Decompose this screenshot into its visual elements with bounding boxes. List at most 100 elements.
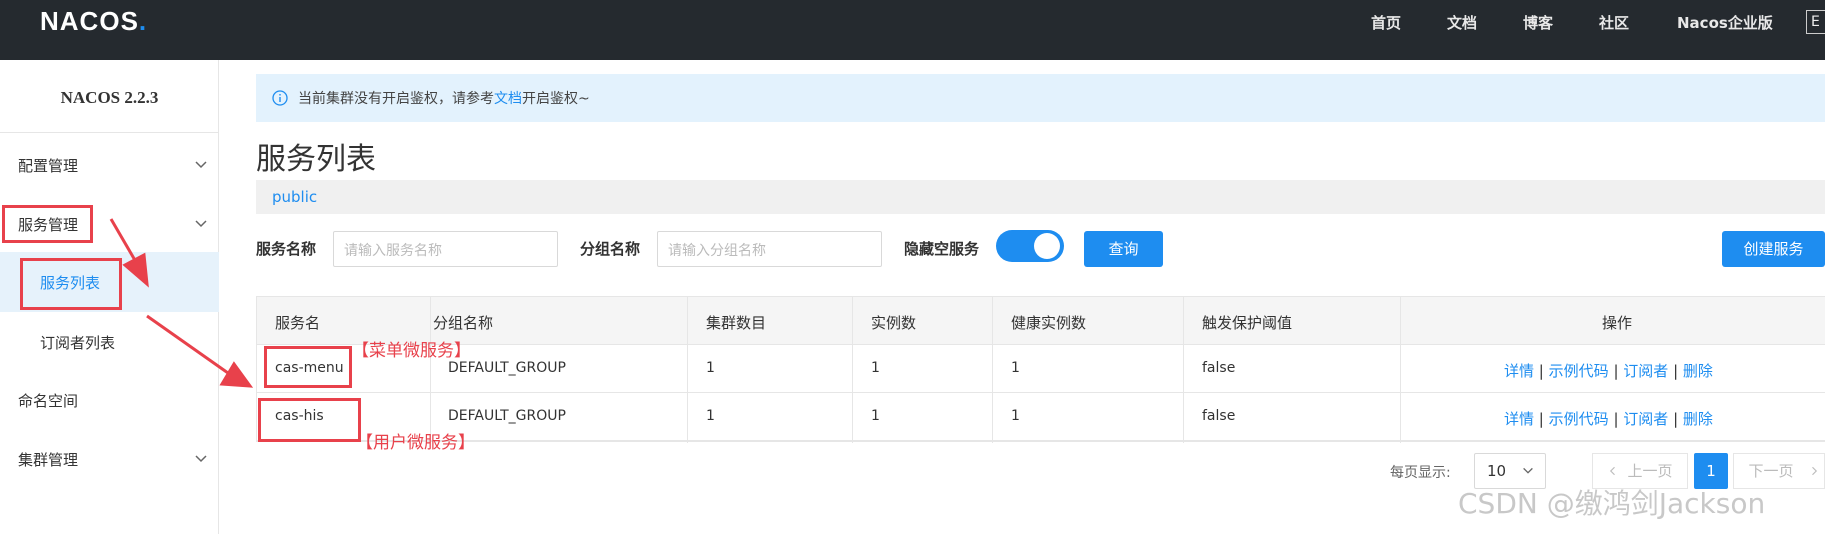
- sidebar-item-label: 配置管理: [18, 157, 79, 175]
- subscriber-link[interactable]: 订阅者: [1623, 410, 1668, 428]
- operations-cell: 详情 | 示例代码 | 订阅者 | 删除: [1504, 408, 1713, 429]
- op-separator: |: [1673, 410, 1679, 428]
- chevron-down-icon[interactable]: [193, 451, 209, 467]
- service-table: 服务名 分组名称 集群数目 实例数 健康实例数 触发保护阈值 操作 cas-me…: [256, 296, 1825, 443]
- sidebar-item-namespace[interactable]: 命名空间: [18, 390, 78, 411]
- notice-docs-link[interactable]: 文档: [494, 91, 522, 107]
- group-cell: DEFAULT_GROUP: [448, 408, 566, 424]
- annotation-menu-service: 【菜单微服务】: [352, 341, 471, 361]
- group-name-label: 分组名称: [580, 240, 641, 258]
- col-cluster-count: 集群数目: [706, 314, 767, 332]
- nacos-logo[interactable]: NACOS.: [40, 6, 147, 37]
- healthy-cell: 1: [1011, 360, 1020, 376]
- group-name-input[interactable]: 请输入分组名称: [657, 231, 882, 267]
- sidebar-item-config-management[interactable]: 配置管理: [18, 155, 78, 176]
- nav-community[interactable]: 社区: [1599, 12, 1629, 33]
- column-divider: [852, 297, 853, 443]
- sidebar-divider: [0, 132, 219, 133]
- hide-empty-label: 隐藏空服务: [904, 240, 980, 258]
- annotation-box-service-management: [2, 205, 93, 243]
- prev-page-label: 上一页: [1627, 462, 1673, 480]
- query-button[interactable]: 查询: [1084, 231, 1163, 267]
- annotation-user-service: 【用户微服务】: [356, 433, 475, 453]
- logo-text: NAC: [40, 6, 100, 36]
- annotation-box-service-list: [20, 258, 122, 310]
- logo-letter-o: O: [99, 6, 121, 36]
- group-name-placeholder: 请输入分组名称: [668, 243, 766, 259]
- instance-cell: 1: [871, 360, 880, 376]
- auth-notice: 当前集群没有开启鉴权，请参考文档开启鉴权~: [256, 74, 1825, 122]
- logo-dot: .: [138, 6, 148, 36]
- col-group-name: 分组名称: [433, 314, 494, 332]
- nav-docs[interactable]: 文档: [1447, 12, 1477, 33]
- sidebar-item-label: 命名空间: [18, 392, 79, 410]
- group-cell: DEFAULT_GROUP: [448, 360, 566, 376]
- sidebar-item-subscriber-list[interactable]: 订阅者列表: [40, 332, 115, 353]
- notice-text-after: 开启鉴权~: [522, 91, 590, 107]
- per-page-value: 10: [1487, 462, 1507, 480]
- nav-blog[interactable]: 博客: [1523, 12, 1553, 33]
- toggle-knob: [1034, 233, 1060, 259]
- cluster-cell: 1: [706, 408, 715, 424]
- annotation-box-cas-his: [258, 398, 361, 442]
- instance-cell: 1: [871, 408, 880, 424]
- subscriber-link[interactable]: 订阅者: [1623, 362, 1668, 380]
- sample-code-link[interactable]: 示例代码: [1549, 410, 1609, 428]
- sidebar-item-label: 集群管理: [18, 451, 79, 469]
- column-divider: [1183, 297, 1184, 443]
- detail-link[interactable]: 详情: [1504, 362, 1534, 380]
- chevron-right-icon: [1812, 466, 1818, 476]
- per-page-label: 每页显示:: [1390, 465, 1451, 481]
- service-name-placeholder: 请输入服务名称: [344, 243, 442, 259]
- nav-enterprise[interactable]: Nacos企业版: [1677, 12, 1773, 33]
- top-navbar: NACOS. 首页 文档 博客 社区 Nacos企业版 E: [0, 0, 1825, 60]
- annotation-box-cas-menu: [264, 346, 352, 388]
- op-separator: |: [1613, 410, 1619, 428]
- info-icon: [272, 90, 288, 106]
- threshold-cell: false: [1202, 408, 1236, 424]
- col-service-name: 服务名: [275, 314, 321, 332]
- page-title: 服务列表: [256, 142, 376, 177]
- notice-text: 当前集群没有开启鉴权，请参考文档开启鉴权~: [298, 88, 590, 108]
- op-separator: |: [1538, 362, 1544, 380]
- column-divider: [992, 297, 993, 443]
- sample-code-link[interactable]: 示例代码: [1549, 362, 1609, 380]
- service-name-label: 服务名称: [256, 240, 317, 258]
- service-name-input[interactable]: 请输入服务名称: [333, 231, 558, 267]
- col-healthy-count: 健康实例数: [1011, 314, 1087, 332]
- col-protect-threshold: 触发保护阈值: [1202, 314, 1293, 332]
- namespace-tab-public[interactable]: public: [272, 188, 317, 206]
- chevron-left-icon: [1609, 466, 1615, 476]
- logo-letter-s: S: [120, 6, 139, 36]
- notice-text-before: 当前集群没有开启鉴权，请参考: [298, 91, 494, 107]
- op-separator: |: [1538, 410, 1544, 428]
- delete-link[interactable]: 删除: [1683, 410, 1713, 428]
- healthy-cell: 1: [1011, 408, 1020, 424]
- nav-home[interactable]: 首页: [1371, 12, 1401, 33]
- csdn-watermark: CSDN @缴鸿剑Jackson: [1458, 487, 1766, 520]
- col-operations: 操作: [1602, 314, 1633, 332]
- language-switch-button[interactable]: E: [1806, 10, 1825, 34]
- table-header: 服务名 分组名称 集群数目 实例数 健康实例数 触发保护阈值 操作: [257, 297, 1825, 345]
- op-separator: |: [1613, 362, 1619, 380]
- next-page-label: 下一页: [1748, 462, 1794, 480]
- create-service-button[interactable]: 创建服务: [1722, 231, 1825, 267]
- operations-cell: 详情 | 示例代码 | 订阅者 | 删除: [1504, 360, 1713, 381]
- threshold-cell: false: [1202, 360, 1236, 376]
- sidebar-item-cluster-management[interactable]: 集群管理: [18, 449, 78, 470]
- detail-link[interactable]: 详情: [1504, 410, 1534, 428]
- op-separator: |: [1673, 362, 1679, 380]
- chevron-down-icon: [1523, 467, 1533, 474]
- hide-empty-toggle[interactable]: [996, 230, 1064, 262]
- table-row: cas-his DEFAULT_GROUP 1 1 1 false 详情 | 示…: [257, 393, 1825, 441]
- nacos-version: NACOS 2.2.3: [60, 88, 159, 107]
- delete-link[interactable]: 删除: [1683, 362, 1713, 380]
- column-divider: [1400, 297, 1401, 443]
- column-divider: [430, 297, 431, 443]
- chevron-down-icon[interactable]: [193, 157, 209, 173]
- sidebar-item-label: 订阅者列表: [40, 334, 116, 352]
- table-row: cas-menu DEFAULT_GROUP 1 1 1 false 详情 | …: [257, 345, 1825, 393]
- column-divider: [687, 297, 688, 443]
- chevron-down-icon[interactable]: [193, 216, 209, 232]
- col-instance-count: 实例数: [871, 314, 917, 332]
